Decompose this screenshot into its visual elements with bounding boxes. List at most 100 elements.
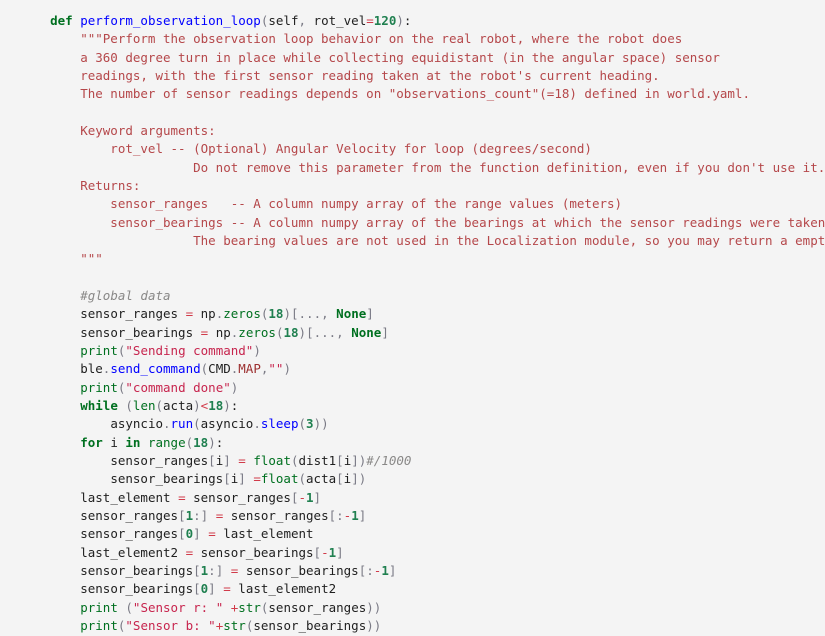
code-token-plain: CMD bbox=[208, 361, 231, 377]
code-token-punc: ) bbox=[373, 599, 382, 615]
code-line[interactable]: while (len(acta)<18): bbox=[0, 397, 825, 415]
code-token-num: 3 bbox=[306, 416, 314, 432]
code-token-punc: ] bbox=[223, 452, 231, 468]
code-line[interactable]: ble.send_command(CMD.MAP,"") bbox=[0, 360, 825, 378]
code-token-plain: sensor_bearings bbox=[80, 324, 201, 340]
code-token-punc: ) bbox=[321, 416, 329, 432]
code-token-builtin: str bbox=[223, 617, 246, 633]
code-token-punc: ] bbox=[388, 562, 397, 578]
code-token-num: 1 bbox=[381, 562, 389, 578]
code-token-num: 1 bbox=[351, 507, 359, 523]
code-token-punc: ] bbox=[358, 507, 367, 523]
code-line[interactable]: print ("Sensor r: " +str(sensor_ranges)) bbox=[0, 599, 825, 617]
code-token-punc: ) bbox=[396, 13, 404, 28]
code-token-str: "Sensor b: " bbox=[125, 617, 216, 633]
code-line[interactable]: #global data bbox=[0, 287, 825, 305]
code-token-punc: ) bbox=[208, 434, 216, 450]
code-token-punc: ] bbox=[336, 544, 344, 560]
code-token-str: "" bbox=[268, 361, 284, 377]
code-line[interactable]: sensor_bearings[i] =float(acta[i]) bbox=[0, 470, 825, 488]
code-token-punc: ) bbox=[230, 379, 239, 395]
code-line[interactable]: last_element = sensor_ranges[-1] bbox=[0, 489, 825, 507]
code-token-plain: : bbox=[230, 397, 239, 413]
code-token-plain: sensor_bearings bbox=[80, 581, 194, 597]
code-token-kw: None bbox=[351, 324, 382, 340]
code-token-plain: : bbox=[215, 434, 224, 450]
code-token-plain: sensor_bearings bbox=[80, 562, 194, 578]
code-line[interactable]: print("Sensor b: "+str(sensor_bearings)) bbox=[0, 617, 825, 635]
code-line[interactable]: for i in range(18): bbox=[0, 434, 825, 452]
code-line[interactable]: last_element2 = sensor_bearings[-1] bbox=[0, 544, 825, 562]
code-token-punc: ] bbox=[381, 324, 389, 340]
code-token-plain: sensor_bearings bbox=[238, 562, 359, 578]
code-line[interactable]: sensor_bearings[1:] = sensor_bearings[:-… bbox=[0, 562, 825, 580]
code-token-op: - bbox=[321, 544, 329, 560]
code-token-punc: ) bbox=[283, 361, 291, 377]
code-line[interactable]: The number of sensor readings depends on… bbox=[0, 85, 825, 103]
code-line[interactable]: sensor_bearings[0] = last_element2 bbox=[0, 580, 825, 598]
code-token-punc: ( bbox=[298, 416, 307, 432]
code-token-punc: [ bbox=[336, 471, 344, 487]
code-token-plain: last_element bbox=[215, 526, 314, 542]
code-token-doc: """ bbox=[20, 251, 103, 267]
code-line[interactable] bbox=[0, 104, 825, 122]
code-line[interactable]: sensor_bearings = np.zeros(18)[..., None… bbox=[0, 324, 825, 342]
code-line[interactable]: sensor_ranges[i] = float(dist1[i])#/1000 bbox=[0, 452, 825, 470]
code-line[interactable]: sensor_ranges[1:] = sensor_ranges[:-1] bbox=[0, 507, 825, 525]
code-line[interactable]: Keyword arguments: bbox=[0, 122, 825, 140]
code-token-doc: """Perform the observation loop behavior… bbox=[20, 31, 683, 47]
code-token-punc: ( bbox=[290, 452, 299, 468]
code-line[interactable]: asyncio.run(asyncio.sleep(3)) bbox=[0, 415, 825, 433]
code-token-punc: : bbox=[193, 507, 201, 523]
code-line[interactable]: Do not remove this parameter from the fu… bbox=[0, 159, 825, 177]
code-token-num: 18 bbox=[268, 306, 284, 322]
code-line[interactable]: print("Sending command") bbox=[0, 342, 825, 360]
code-token-plain: sensor_ranges bbox=[80, 507, 179, 523]
code-line[interactable]: print("command done") bbox=[0, 379, 825, 397]
code-token-punc: [ bbox=[223, 471, 231, 487]
code-token-op: = bbox=[178, 489, 186, 505]
code-token-fn: run bbox=[170, 416, 194, 432]
code-token-plain: sensor_bearings bbox=[110, 471, 224, 487]
code-lines-container[interactable]: def perform_observation_loop (self, rot_v… bbox=[0, 12, 825, 636]
code-line[interactable]: rot_vel -- (Optional) Angular Velocity f… bbox=[0, 140, 825, 158]
code-token-punc: . bbox=[163, 416, 171, 432]
code-token-op: = bbox=[238, 452, 246, 468]
code-token-op: = bbox=[185, 544, 194, 560]
code-token-plain: i bbox=[102, 434, 126, 450]
code-token-doc: readings, with the first sensor reading … bbox=[20, 67, 660, 83]
code-token-builtin: str bbox=[238, 599, 261, 615]
code-token-punc: , bbox=[336, 324, 352, 340]
code-line[interactable]: sensor_ranges -- A column numpy array of… bbox=[0, 195, 825, 213]
code-token-builtin: len bbox=[132, 397, 156, 413]
code-token-num: 1 bbox=[328, 544, 337, 560]
code-line[interactable]: sensor_ranges[0] = last_element bbox=[0, 525, 825, 543]
code-token-plain: asyncio bbox=[110, 416, 163, 432]
code-line[interactable] bbox=[0, 269, 825, 287]
code-line[interactable]: def perform_observation_loop(self, rot_v… bbox=[0, 12, 825, 30]
code-token-builtin: print bbox=[80, 379, 118, 395]
code-line[interactable]: The bearing values are not used in the L… bbox=[0, 232, 825, 250]
code-line[interactable]: readings, with the first sensor reading … bbox=[0, 67, 825, 85]
code-editor-pane[interactable]: def perform_observation_loop (self, rot_v… bbox=[0, 0, 825, 636]
code-line[interactable]: """ bbox=[0, 250, 825, 268]
code-line[interactable]: Returns: bbox=[0, 177, 825, 195]
code-line[interactable]: a 360 degree turn in place while collect… bbox=[0, 49, 825, 67]
code-token-num: 18 bbox=[193, 434, 209, 450]
code-token-punc: : bbox=[336, 507, 344, 523]
code-line[interactable]: sensor_bearings -- A column numpy array … bbox=[0, 214, 825, 232]
code-token-punc: [ bbox=[208, 452, 216, 468]
code-line[interactable]: """Perform the observation loop behavior… bbox=[0, 30, 825, 48]
code-token-punc: ... bbox=[313, 324, 337, 340]
code-token-num: 18 bbox=[208, 397, 224, 413]
code-line[interactable]: sensor_ranges = np.zeros(18)[..., None] bbox=[0, 305, 825, 323]
code-token-punc: [ bbox=[313, 544, 322, 560]
code-token-punc: , bbox=[298, 13, 314, 28]
